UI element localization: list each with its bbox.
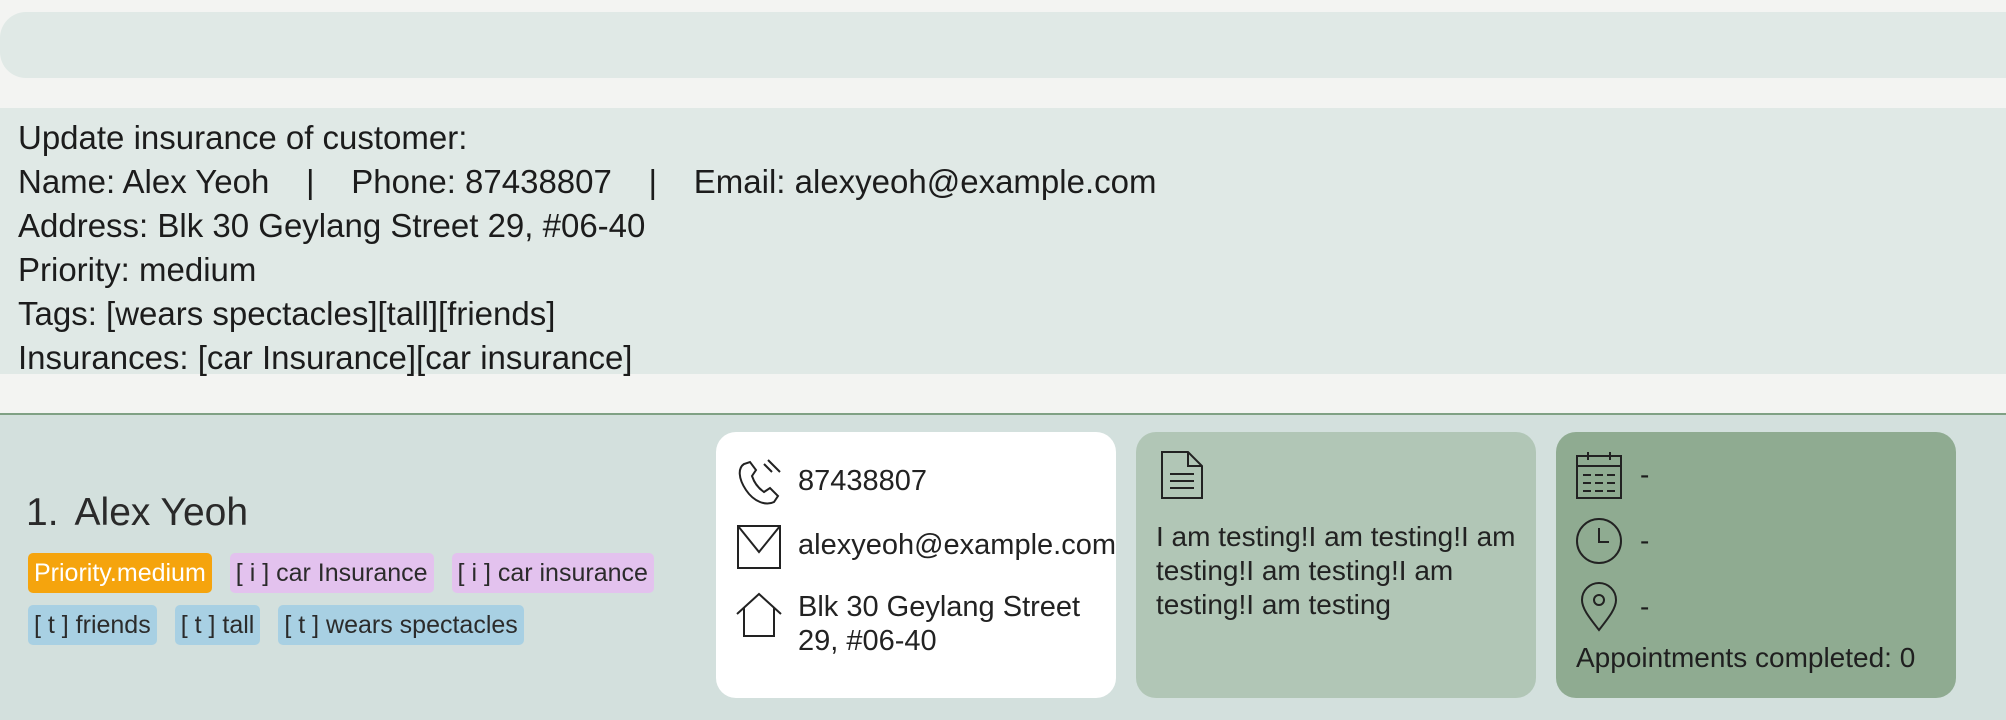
remark-text: I am testing!I am testing!I am testing!I… — [1156, 521, 1516, 620]
command-input[interactable] — [0, 12, 2006, 78]
contact-card: 87438807 alexyeoh@example.com Blk 30 Gey… — [716, 432, 1116, 698]
clock-icon — [1574, 516, 1624, 566]
location-pin-icon — [1574, 582, 1624, 632]
insurance-tag: [ i ] car insurance — [451, 553, 654, 593]
insurance-tag: [ i ] car Insurance — [229, 553, 434, 593]
tag: [ t ] friends — [28, 605, 157, 645]
priority-tag: Priority.medium — [28, 553, 212, 593]
phone-icon — [734, 458, 784, 508]
remark-card: I am testing!I am testing!I am testing!I… — [1136, 432, 1536, 698]
person-index: 1. — [26, 491, 59, 534]
result-line: Insurances: [car Insurance][car insuranc… — [18, 339, 633, 376]
phone-row: 87438807 — [734, 458, 927, 508]
mail-icon — [734, 522, 784, 572]
appointment-location: - — [1640, 591, 1650, 622]
appointment-date-row: - — [1574, 450, 1649, 500]
tag: [ t ] wears spectacles — [278, 605, 524, 645]
address-row: Blk 30 Geylang Street 29, #06-40 — [734, 590, 1088, 658]
appointment-time: - — [1640, 525, 1650, 556]
appointment-location-row: - — [1574, 582, 1649, 632]
appointment-card: - - - Appointments completed: 0 — [1556, 432, 1956, 698]
result-display: Update insurance of customer: Name: Alex… — [0, 108, 2006, 376]
result-line: Priority: medium — [18, 251, 257, 288]
email-row: alexyeoh@example.com — [734, 522, 1116, 572]
result-line: Name: Alex Yeoh | Phone: 87438807 | Emai… — [18, 163, 1157, 200]
result-line: Address: Blk 30 Geylang Street 29, #06-4… — [18, 207, 646, 244]
tag-list: [ t ] friends [ t ] tall [ t ] wears spe… — [28, 605, 524, 645]
person-list[interactable]: 1. Alex Yeoh Priority.medium [ i ] car In… — [0, 413, 2006, 720]
email-text: alexyeoh@example.com — [798, 529, 1116, 561]
calendar-icon — [1574, 450, 1624, 500]
priority-insurance-tags: Priority.medium [ i ] car Insurance [ i … — [28, 553, 654, 593]
appointment-date: - — [1640, 459, 1650, 490]
address-text: Blk 30 Geylang Street 29, #06-40 — [798, 591, 1081, 657]
person-name: 1. Alex Yeoh — [26, 491, 248, 535]
result-line: Tags: [wears spectacles][tall][friends] — [18, 295, 556, 332]
person-name-text: Alex Yeoh — [74, 491, 249, 534]
tag: [ t ] tall — [174, 605, 261, 645]
result-line: Update insurance of customer: — [18, 119, 468, 156]
phone-text: 87438807 — [798, 465, 928, 497]
appointment-time-row: - — [1574, 516, 1649, 566]
document-icon — [1158, 450, 1206, 500]
home-icon — [734, 590, 784, 640]
appointments-completed: Appointments completed: 0 — [1576, 642, 1916, 673]
